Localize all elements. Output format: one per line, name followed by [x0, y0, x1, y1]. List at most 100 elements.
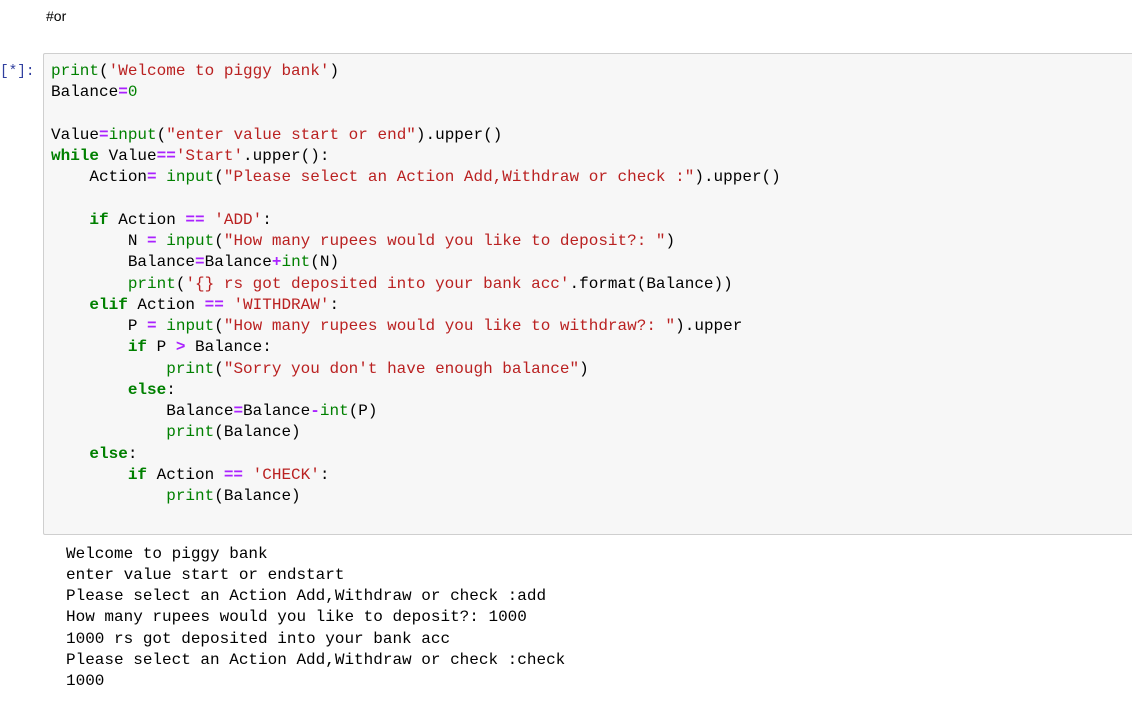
code-line: else: [51, 444, 781, 465]
output-line: enter value start or endstart [66, 566, 345, 585]
code-token: .format(Balance)) [569, 274, 733, 293]
code-token: 'Welcome to piggy bank' [108, 62, 330, 80]
code-token: = [147, 232, 157, 250]
code-line: print(Balance) [51, 486, 781, 507]
code-token: "enter value start or end" [166, 125, 416, 144]
code-editor[interactable]: print('Welcome to piggy bank')Balance=0​… [51, 61, 781, 507]
code-line: Balance=0 [51, 82, 781, 103]
code-line: if Action == 'ADD': [51, 210, 781, 231]
code-token: "Sorry you don't have enough balance" [223, 359, 580, 378]
code-line: print(Balance) [51, 422, 781, 443]
code-line: print('Welcome to piggy bank') [51, 61, 781, 82]
code-token: print [51, 62, 100, 80]
code-line: Balance=Balance-int(P) [51, 401, 781, 422]
code-token: : [319, 465, 330, 484]
code-token: int [319, 402, 349, 420]
code-token: Action [51, 168, 148, 187]
code-line: if P > Balance: [51, 337, 781, 358]
code-line: Action= input("Please select an Action A… [51, 167, 781, 188]
code-token: P [147, 338, 176, 357]
code-token: ).upper() [694, 168, 781, 187]
code-token: input [166, 317, 215, 335]
code-line: if Action == 'CHECK': [51, 465, 781, 486]
code-token: Action [147, 465, 224, 484]
code-token: (Balance) [214, 487, 301, 505]
code-line: elif Action == 'WITHDRAW': [51, 295, 781, 316]
code-token: == [156, 147, 176, 165]
output-line: 1000 rs got deposited into your bank acc [66, 629, 451, 648]
code-token: (P) [348, 402, 378, 420]
code-token: == [185, 210, 205, 229]
code-token: Value [51, 125, 100, 144]
code-token: Value [99, 147, 157, 165]
code-token: ( [214, 168, 224, 187]
code-token: ( [214, 232, 224, 250]
code-token: 'CHECK' [252, 465, 320, 484]
code-token: else [89, 444, 128, 463]
code-token: == [204, 295, 224, 314]
code-token: if [127, 465, 148, 484]
code-token: print [166, 423, 215, 442]
code-token: while [51, 147, 100, 165]
code-line: P = input("How many rupees would you lik… [51, 316, 781, 337]
code-token: = [147, 168, 157, 187]
output-line: 1000 [66, 671, 105, 690]
code-token: Balance [51, 83, 119, 102]
code-token: ) [579, 359, 589, 378]
code-token: 'WITHDRAW' [233, 295, 330, 314]
code-token: input [108, 125, 157, 144]
code-token: : [127, 444, 138, 463]
code-token: input [166, 232, 215, 250]
code-token: Balance [51, 402, 234, 420]
code-line: N = input("How many rupees would you lik… [51, 231, 781, 252]
cell-prompt: [*]: [0, 64, 35, 80]
code-token: ).upper [675, 317, 743, 335]
output-line: How many rupees would you like to deposi… [66, 608, 527, 627]
code-token: "Please select an Action Add,Withdraw or… [223, 168, 695, 187]
code-token: input [166, 168, 215, 187]
code-token: : [166, 380, 176, 399]
code-token: ( [99, 62, 109, 80]
markdown-cell-text[interactable]: #or [46, 8, 66, 24]
code-token: - [310, 402, 320, 420]
code-token: if [127, 338, 148, 357]
code-line: print("Sorry you don't have enough balan… [51, 359, 781, 380]
output-line: Please select an Action Add,Withdraw or … [66, 587, 547, 606]
cell-output: Welcome to piggy bank enter value start o… [66, 544, 565, 692]
code-line: print('{} rs got deposited into your ban… [51, 274, 781, 295]
code-token: int [281, 253, 311, 272]
code-token: = [118, 83, 128, 102]
code-token: (N) [310, 253, 340, 272]
code-token: elif [89, 295, 128, 314]
code-token: ( [156, 125, 167, 144]
code-token: .upper(): [243, 147, 330, 165]
code-token: ( [214, 317, 224, 335]
code-token: ) [329, 62, 340, 80]
code-token: = [147, 317, 157, 335]
code-token: 'Start' [175, 147, 244, 165]
code-token: ( [214, 359, 224, 378]
code-token: "How many rupees would you like to depos… [223, 232, 666, 250]
code-token: if [89, 210, 109, 229]
code-token: ( [175, 274, 186, 293]
code-line: Balance=Balance+int(N) [51, 252, 781, 273]
code-token: Balance: [185, 338, 272, 357]
code-token: Action [108, 210, 186, 229]
code-token: '{} rs got deposited into your bank acc' [185, 274, 570, 293]
code-token: : [329, 295, 340, 314]
code-token: else [127, 380, 167, 399]
code-line: while Value=='Start'.upper(): [51, 146, 781, 167]
code-token: == [223, 465, 244, 484]
code-token: N [51, 232, 148, 250]
code-token: 0 [127, 83, 138, 102]
